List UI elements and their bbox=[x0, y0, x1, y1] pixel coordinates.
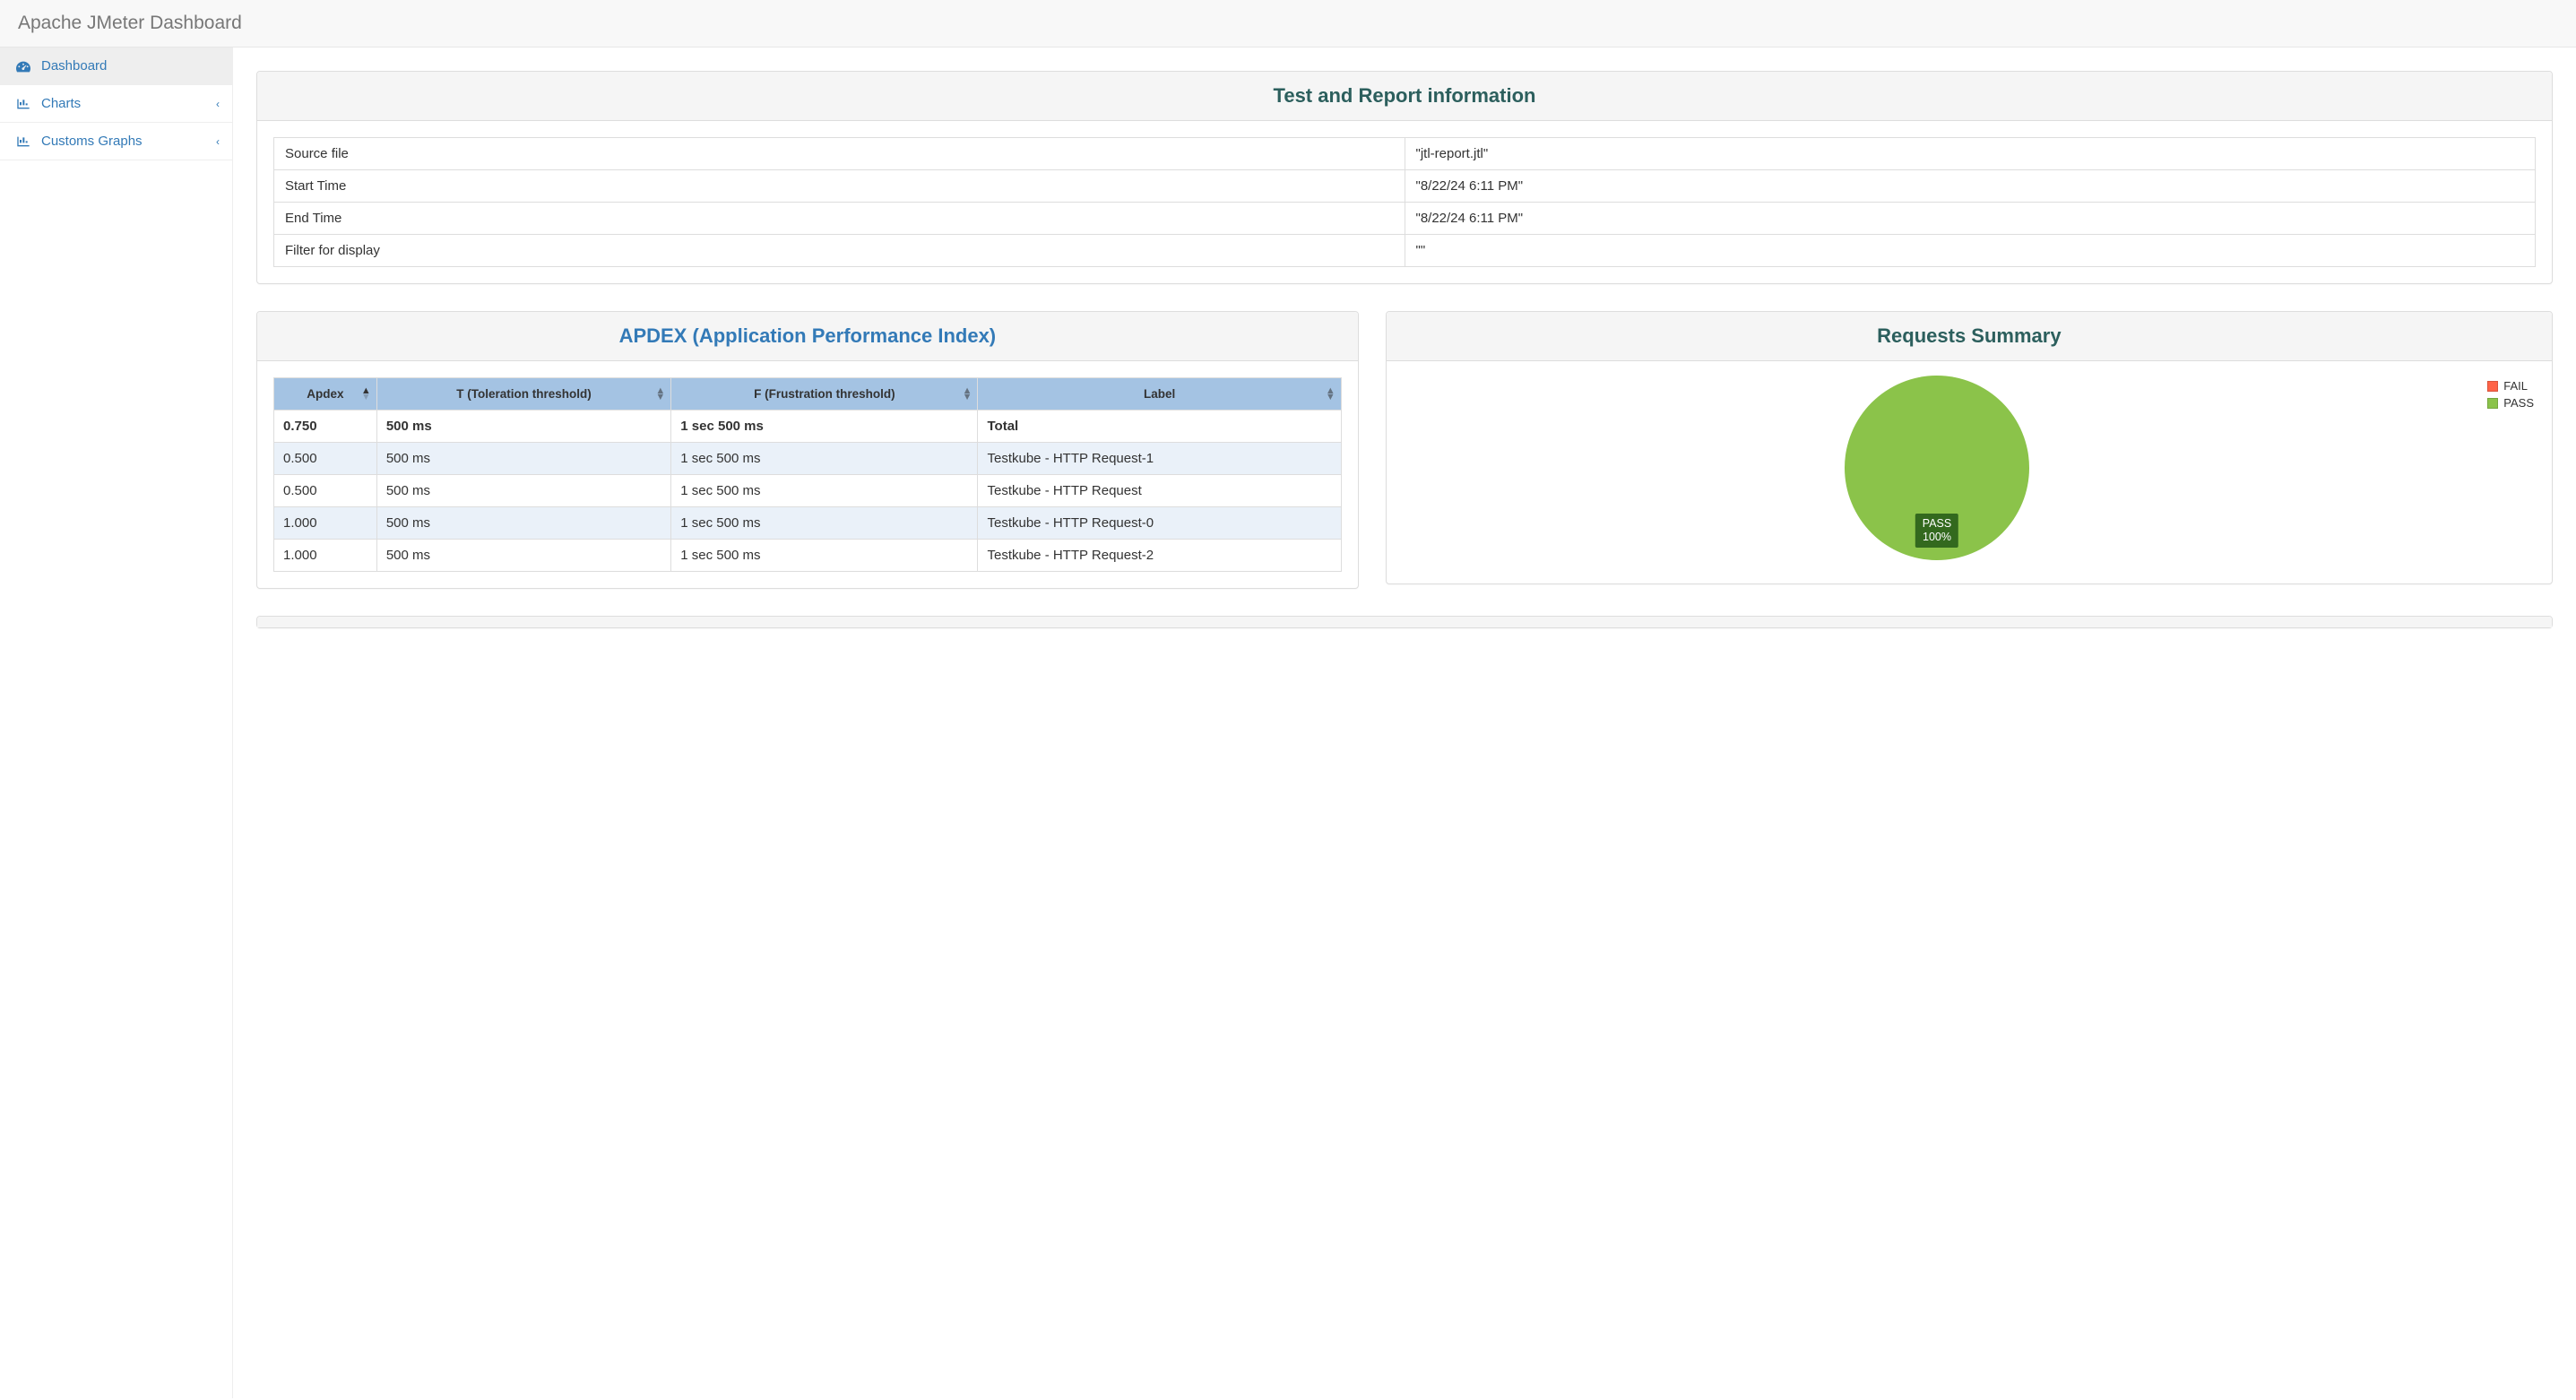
topbar: Apache JMeter Dashboard bbox=[0, 0, 2576, 48]
info-value: "" bbox=[1405, 235, 2536, 267]
legend-item-fail[interactable]: FAIL bbox=[2487, 379, 2534, 393]
sort-icon: ▲▼ bbox=[655, 388, 665, 401]
sidebar-item-customs-graphs[interactable]: Customs Graphs ‹ bbox=[0, 123, 232, 160]
pie-slice-label: PASS 100% bbox=[1915, 514, 1958, 548]
swatch-fail bbox=[2487, 381, 2498, 392]
legend-item-pass[interactable]: PASS bbox=[2487, 396, 2534, 410]
sidebar-item-label: Dashboard bbox=[41, 58, 107, 73]
apdex-table: Apdex ▲▼ T (Toleration threshold) ▲▼ F (… bbox=[273, 377, 1342, 572]
info-label: Start Time bbox=[274, 170, 1405, 203]
info-label: Filter for display bbox=[274, 235, 1405, 267]
sidebar-item-dashboard[interactable]: Dashboard bbox=[0, 48, 232, 85]
chart-legend: FAIL PASS bbox=[2487, 376, 2534, 413]
chevron-left-icon: ‹ bbox=[216, 135, 220, 148]
pie-chart[interactable]: PASS 100% bbox=[1845, 376, 2029, 560]
col-toleration[interactable]: T (Toleration threshold) ▲▼ bbox=[376, 378, 670, 410]
sidebar-item-label: Customs Graphs bbox=[41, 134, 143, 149]
swatch-pass bbox=[2487, 398, 2498, 409]
table-row: 1.000 500 ms 1 sec 500 ms Testkube - HTT… bbox=[274, 540, 1342, 572]
sort-asc-icon: ▲▼ bbox=[361, 388, 371, 401]
requests-summary-panel: Requests Summary PASS 100% bbox=[1386, 311, 2553, 584]
info-value: "jtl-report.jtl" bbox=[1405, 138, 2536, 170]
chevron-left-icon: ‹ bbox=[216, 98, 220, 110]
table-row: 0.500 500 ms 1 sec 500 ms Testkube - HTT… bbox=[274, 475, 1342, 507]
table-row: Filter for display"" bbox=[274, 235, 2536, 267]
table-row: 1.000 500 ms 1 sec 500 ms Testkube - HTT… bbox=[274, 507, 1342, 540]
sidebar-item-label: Charts bbox=[41, 96, 81, 111]
sidebar-item-charts[interactable]: Charts ‹ bbox=[0, 85, 232, 123]
sort-icon: ▲▼ bbox=[963, 388, 972, 401]
table-row: 0.500 500 ms 1 sec 500 ms Testkube - HTT… bbox=[274, 443, 1342, 475]
info-panel-title: Test and Report information bbox=[273, 84, 2536, 108]
info-value: "8/22/24 6:11 PM" bbox=[1405, 170, 2536, 203]
col-apdex[interactable]: Apdex ▲▼ bbox=[274, 378, 377, 410]
info-label: End Time bbox=[274, 203, 1405, 235]
table-row: End Time"8/22/24 6:11 PM" bbox=[274, 203, 2536, 235]
sidebar: Dashboard Charts ‹ Customs Graphs ‹ bbox=[0, 48, 233, 1398]
tachometer-icon bbox=[16, 60, 32, 73]
col-frustration[interactable]: F (Frustration threshold) ▲▼ bbox=[671, 378, 978, 410]
col-label[interactable]: Label ▲▼ bbox=[978, 378, 1341, 410]
bar-chart-icon bbox=[16, 98, 32, 110]
bar-chart-icon bbox=[16, 135, 32, 148]
app-title: Apache JMeter Dashboard bbox=[18, 13, 2558, 34]
info-panel: Test and Report information Source file"… bbox=[256, 71, 2553, 284]
sort-icon: ▲▼ bbox=[1326, 388, 1336, 401]
table-row: Start Time"8/22/24 6:11 PM" bbox=[274, 170, 2536, 203]
next-panel-peek bbox=[256, 616, 2553, 628]
apdex-panel: APDEX (Application Performance Index) Ap… bbox=[256, 311, 1359, 589]
table-row: Source file"jtl-report.jtl" bbox=[274, 138, 2536, 170]
main-content: Test and Report information Source file"… bbox=[233, 48, 2576, 1398]
requests-summary-title: Requests Summary bbox=[1403, 324, 2536, 348]
table-row-total: 0.750 500 ms 1 sec 500 ms Total bbox=[274, 410, 1342, 443]
info-label: Source file bbox=[274, 138, 1405, 170]
apdex-panel-title[interactable]: APDEX (Application Performance Index) bbox=[273, 324, 1342, 348]
info-value: "8/22/24 6:11 PM" bbox=[1405, 203, 2536, 235]
info-table: Source file"jtl-report.jtl" Start Time"8… bbox=[273, 137, 2536, 267]
